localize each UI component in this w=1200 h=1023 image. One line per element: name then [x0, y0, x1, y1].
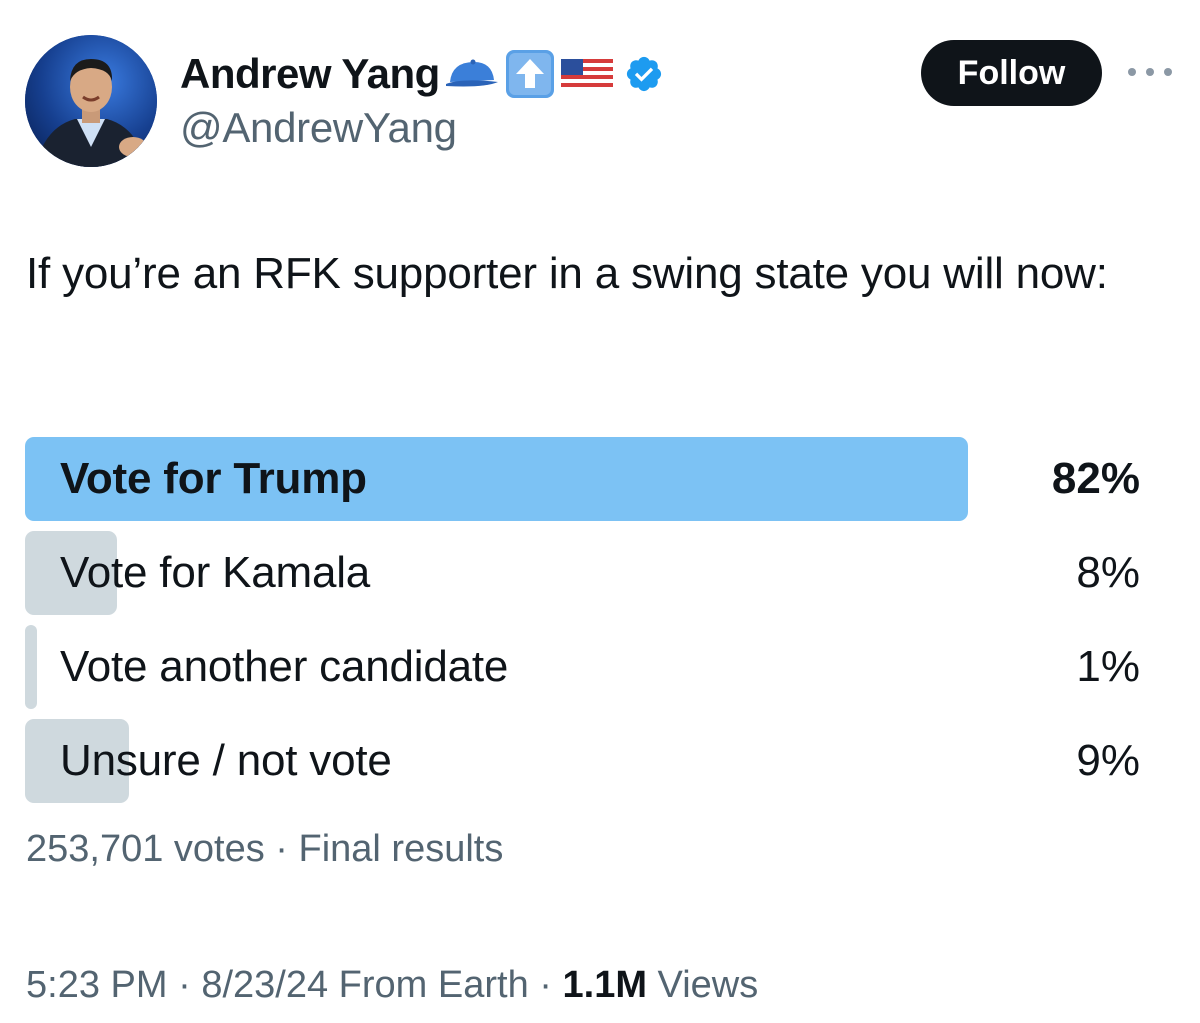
- author-display-name[interactable]: Andrew Yang: [180, 50, 440, 98]
- poll-option: Unsure / not vote 9%: [25, 719, 1175, 803]
- poll-option: Vote for Trump 82%: [25, 437, 1175, 521]
- views-label: Views: [657, 964, 759, 1006]
- tweet-card: Andrew Yang @AndrewYang Follow If you’re…: [0, 0, 1200, 1023]
- tweet-text: If you’re an RFK supporter in a swing st…: [26, 249, 1108, 298]
- more-options-icon[interactable]: [1128, 60, 1172, 84]
- author-name-row: Andrew Yang: [180, 44, 664, 104]
- poll-option-label: Vote for Kamala: [60, 548, 371, 597]
- tweet-source: From Earth: [338, 964, 529, 1006]
- poll-option-percent: 9%: [1076, 736, 1140, 785]
- separator-dot: ·: [178, 964, 202, 1006]
- poll-option-percent: 8%: [1076, 548, 1140, 597]
- us-flag-icon: [560, 55, 614, 93]
- blue-cap-icon: [444, 56, 500, 92]
- more-dot: [1128, 68, 1136, 76]
- poll-option-label: Vote for Trump: [60, 454, 367, 503]
- poll: Vote for Trump 82% Vote for Kamala 8% Vo…: [25, 437, 1175, 813]
- poll-option: Vote another candidate 1%: [25, 625, 1175, 709]
- tweet-time[interactable]: 5:23 PM: [26, 964, 168, 1006]
- poll-option-label: Vote another candidate: [60, 642, 509, 691]
- author-handle[interactable]: @AndrewYang: [180, 104, 457, 152]
- avatar[interactable]: [25, 35, 157, 167]
- poll-option-percent: 1%: [1076, 642, 1140, 691]
- tweet-meta: 5:23 PM · 8/23/24 From Earth · 1.1M View…: [26, 964, 758, 1007]
- poll-option-percent: 82%: [1051, 454, 1140, 503]
- poll-option: Vote for Kamala 8%: [25, 531, 1175, 615]
- avatar-photo-icon: [25, 35, 157, 167]
- up-arrow-icon: [504, 48, 556, 100]
- follow-button[interactable]: Follow: [921, 40, 1102, 106]
- verified-badge-icon: [624, 54, 664, 94]
- poll-option-label: Unsure / not vote: [60, 736, 392, 785]
- separator-dot: ·: [539, 964, 563, 1006]
- tweet-date[interactable]: 8/23/24: [201, 964, 328, 1006]
- views-count[interactable]: 1.1M: [563, 964, 647, 1006]
- more-dot: [1146, 68, 1154, 76]
- more-dot: [1164, 68, 1172, 76]
- poll-result-bar: [25, 625, 37, 709]
- poll-footer: 253,701 votes · Final results: [26, 828, 504, 870]
